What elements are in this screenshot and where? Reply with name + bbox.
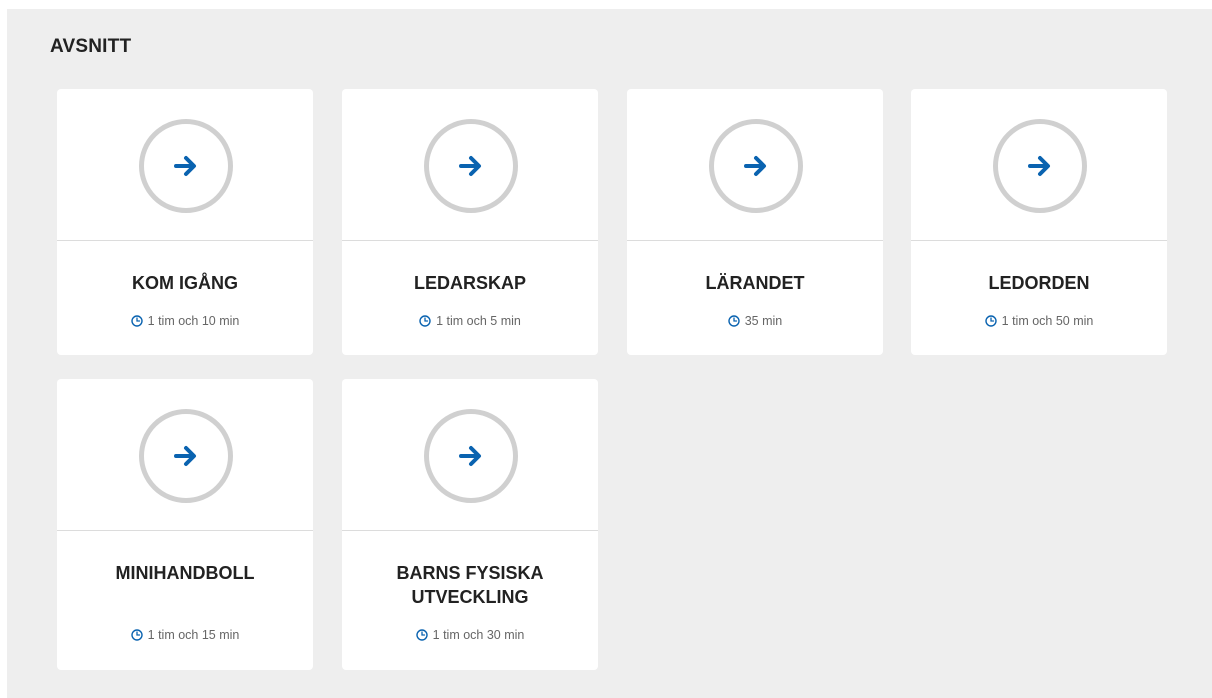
- progress-ring: [139, 119, 233, 213]
- card-icon-area: [342, 89, 598, 241]
- duration-text: 1 tim och 5 min: [436, 314, 521, 328]
- card-icon-area: [342, 379, 598, 531]
- section-card-barns-fysiska-utveckling[interactable]: BARNS FYSISKA UTVECKLING 1 tim och 30 mi…: [342, 379, 598, 670]
- card-title: BARNS FYSISKA UTVECKLING: [396, 563, 544, 607]
- section-card-ledorden[interactable]: LEDORDEN 1 tim och 50 min: [911, 89, 1167, 355]
- card-duration: 1 tim och 10 min: [57, 313, 313, 329]
- arrow-right-icon: [1028, 156, 1050, 176]
- duration-text: 1 tim och 30 min: [432, 628, 525, 642]
- card-icon-area: [627, 89, 883, 241]
- duration-text: 35 min: [744, 314, 783, 328]
- card-icon-area: [911, 89, 1167, 241]
- section-title: AVSNITT: [50, 36, 132, 57]
- duration-text: 1 tim och 15 min: [147, 628, 240, 642]
- card-duration: 1 tim och 30 min: [342, 627, 598, 643]
- clock-icon: [419, 315, 431, 327]
- clock-icon: [984, 315, 997, 327]
- card-title: KOM IGÅNG: [132, 273, 238, 293]
- card-icon-area: [57, 379, 313, 531]
- clock-icon: [130, 315, 143, 327]
- progress-ring: [993, 119, 1087, 213]
- card-duration: 1 tim och 5 min: [342, 313, 598, 329]
- card-icon-area: [57, 89, 313, 241]
- section-card-larandet[interactable]: LÄRANDET 35 min: [627, 89, 883, 355]
- card-title: LÄRANDET: [705, 273, 805, 293]
- clock-icon: [728, 315, 740, 327]
- card-duration: 1 tim och 15 min: [57, 627, 313, 643]
- arrow-right-icon: [459, 446, 481, 466]
- progress-ring: [709, 119, 803, 213]
- card-title: LEDORDEN: [988, 273, 1090, 293]
- section-card-kom-igang[interactable]: KOM IGÅNG 1 tim och 10 min: [57, 89, 313, 355]
- section-card-ledarskap[interactable]: LEDARSKAP 1 tim och 5 min: [342, 89, 598, 355]
- card-title: LEDARSKAP: [413, 273, 526, 293]
- clock-icon: [415, 629, 428, 641]
- arrow-right-icon: [744, 156, 766, 176]
- arrow-right-icon: [174, 156, 196, 176]
- duration-text: 1 tim och 50 min: [1001, 314, 1094, 328]
- progress-ring: [139, 409, 233, 503]
- duration-text: 1 tim och 10 min: [147, 314, 240, 328]
- clock-icon: [130, 629, 143, 641]
- arrow-right-icon: [459, 156, 481, 176]
- progress-ring: [424, 119, 518, 213]
- section-card-minihandboll[interactable]: MINIHANDBOLL 1 tim och 15 min: [57, 379, 313, 670]
- card-duration: 1 tim och 50 min: [911, 313, 1167, 329]
- arrow-right-icon: [174, 446, 196, 466]
- card-duration: 35 min: [627, 313, 883, 329]
- progress-ring: [424, 409, 518, 503]
- card-title: MINIHANDBOLL: [115, 563, 255, 583]
